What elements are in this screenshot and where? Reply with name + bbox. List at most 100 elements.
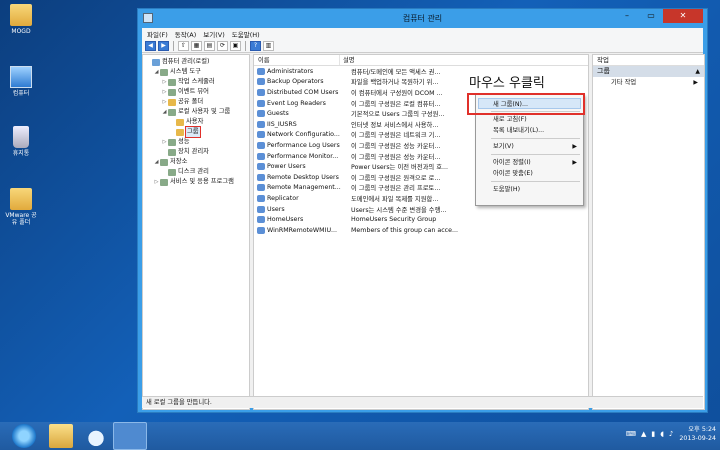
back-icon[interactable]: ◀: [145, 40, 156, 51]
tree-item[interactable]: 컴퓨터 관리(로컬): [143, 57, 249, 67]
file-explorer-icon[interactable]: [49, 424, 73, 448]
context-menu-item[interactable]: 목록 내보내기(L)...: [476, 125, 583, 136]
network-icon[interactable]: ◖: [660, 430, 664, 438]
tree-item-label: 디스크 관리: [178, 168, 209, 175]
context-menu-item[interactable]: 도움말(H): [476, 184, 583, 195]
group-icon: [257, 216, 265, 224]
export-icon[interactable]: ▣: [230, 40, 241, 51]
tree-item-label: 그룹: [185, 126, 201, 138]
table-row[interactable]: HomeUsers HomeUsers Security Group: [254, 214, 588, 225]
maximize-button[interactable]: ▭: [639, 9, 663, 23]
tool-icon: [168, 138, 176, 146]
column-header-name[interactable]: 이름: [254, 55, 340, 65]
toolbar-separator: [173, 40, 174, 51]
tree-item[interactable]: ▷ 성능: [143, 137, 249, 147]
desktop-icon[interactable]: 컴퓨터: [4, 66, 38, 97]
group-name: Remote Management...: [267, 184, 341, 192]
group-icon: [257, 226, 265, 234]
group-icon: [257, 194, 265, 202]
folder-icon: [10, 4, 32, 26]
tree-item[interactable]: ◢ 시스템 도구: [143, 67, 249, 77]
submenu-arrow-icon: ▶: [572, 143, 577, 150]
keyboard-icon[interactable]: ⌨: [626, 430, 636, 438]
shared-folder-icon: [10, 188, 32, 210]
menu-item[interactable]: 도움말(H): [230, 28, 265, 39]
show-hidden-icons-icon[interactable]: ▲: [641, 430, 646, 438]
group-description: HomeUsers Security Group: [351, 216, 437, 224]
help-icon[interactable]: ?: [250, 40, 261, 51]
expand-toggle-icon[interactable]: ▷: [161, 87, 168, 97]
context-menu-item-label: 새로 고침(F): [493, 116, 527, 123]
minimize-button[interactable]: –: [615, 9, 639, 23]
desktop-icon[interactable]: MOGD: [4, 4, 38, 35]
desktop-icon-label: 휴지통: [12, 150, 30, 157]
tree-item[interactable]: 디스크 관리: [143, 167, 249, 177]
up-icon[interactable]: ⇧: [178, 40, 189, 51]
group-icon: [257, 99, 265, 107]
menu-item[interactable]: 동작(A): [173, 28, 201, 39]
window-client: 파일(F) 동작(A) 보기(V) 도움말(H) ◀ ▶ ⇧ ▦ ▤ ⟳ ▣? ▥ 컴퓨터 관리(로…: [142, 28, 705, 410]
show-hide-tree-icon[interactable]: ▦: [191, 40, 202, 51]
group-icon: [257, 78, 265, 86]
desktop-icon[interactable]: 휴지통: [4, 126, 38, 157]
tree-item-label: 서비스 및 응용 프로그램: [170, 178, 234, 185]
context-menu-item[interactable]: 보기(V) ▶: [476, 141, 583, 152]
expand-toggle-icon[interactable]: ◢: [161, 107, 168, 117]
tree-item[interactable]: ▷ 작업 스케줄러: [143, 77, 249, 87]
expand-toggle-icon[interactable]: ◢: [153, 157, 160, 167]
tree-item[interactable]: 장치 관리자: [143, 147, 249, 157]
action-item-label: 기타 작업: [611, 79, 637, 86]
group-description: 컴퓨터/도메인에 모든 액세스 권...: [351, 68, 441, 76]
clock-date: 2013-09-24: [679, 435, 716, 442]
computer-management-taskbar-icon[interactable]: [113, 422, 147, 450]
forward-icon[interactable]: ▶: [158, 40, 169, 51]
tree-item[interactable]: ▷ 이벤트 뷰어: [143, 87, 249, 97]
clock[interactable]: 오후 5:24 2013-09-24: [679, 425, 716, 443]
group-name: Backup Operators: [267, 78, 324, 86]
column-header-description[interactable]: 설명: [340, 55, 355, 65]
tree-item[interactable]: ▷ 서비스 및 응용 프로그램: [143, 177, 249, 187]
expand-toggle-icon[interactable]: ▷: [161, 97, 168, 107]
menu-separator: [491, 181, 580, 182]
menu-item[interactable]: 보기(V): [201, 28, 229, 39]
menu-item[interactable]: 파일(F): [145, 28, 173, 39]
tree-item-label: 성능: [178, 138, 190, 145]
group-icon: [257, 184, 265, 192]
action-item[interactable]: 기타 작업 ▶: [593, 77, 704, 88]
title-bar[interactable]: 컴퓨터 관리 – ▭ ✕: [138, 9, 707, 28]
context-menu-item[interactable]: 새로 고침(F): [476, 114, 583, 125]
expand-toggle-icon[interactable]: ◢: [153, 67, 160, 77]
tree-item[interactable]: 사용자: [143, 117, 249, 127]
folder-icon: [168, 98, 176, 106]
expand-toggle-icon[interactable]: ▷: [153, 177, 160, 187]
table-row[interactable]: WinRMRemoteWMIU... Members of this group …: [254, 225, 588, 236]
actions-section-groups[interactable]: 그룹 ▲: [593, 66, 704, 77]
tree-item-label: 컴퓨터 관리(로컬): [162, 58, 210, 65]
list-header: 이름 설명: [254, 55, 588, 66]
action-pane-icon[interactable]: ▥: [263, 40, 274, 51]
internet-explorer-icon[interactable]: [12, 424, 36, 448]
group-icon: [257, 152, 265, 160]
tree-item[interactable]: ▷ 공유 폴더: [143, 97, 249, 107]
expand-toggle-icon[interactable]: ▷: [161, 77, 168, 87]
context-menu-item-label: 목록 내보내기(L)...: [493, 127, 545, 134]
refresh-icon[interactable]: ⟳: [217, 40, 228, 51]
expand-toggle-icon[interactable]: ▷: [161, 137, 168, 147]
context-menu-item[interactable]: 아이콘 맞춤(E): [476, 168, 583, 179]
tree-item[interactable]: ◢ 저장소: [143, 157, 249, 167]
tool-icon: [160, 68, 168, 76]
tree-item[interactable]: ◢ 로컬 사용자 및 그룹: [143, 107, 249, 117]
taskbar: ⌨ ▲ ▮ ◖ ♪ 오후 5:24 2013-09-24: [0, 422, 720, 450]
group-name: Performance Log Users: [267, 141, 340, 149]
group-icon: [257, 88, 265, 96]
cloud-icon[interactable]: [84, 424, 108, 448]
properties-icon[interactable]: ▤: [204, 40, 215, 51]
group-name: Guests: [267, 110, 289, 118]
flag-icon[interactable]: ▮: [651, 430, 655, 438]
context-menu-item[interactable]: 아이콘 정렬(I) ▶: [476, 157, 583, 168]
desktop-icon-label: 컴퓨터: [12, 90, 30, 97]
close-button[interactable]: ✕: [663, 9, 703, 23]
volume-icon[interactable]: ♪: [669, 430, 673, 438]
desktop-icon[interactable]: VMware 공유 폴더: [4, 188, 38, 226]
tree-item[interactable]: 그룹: [143, 126, 249, 138]
